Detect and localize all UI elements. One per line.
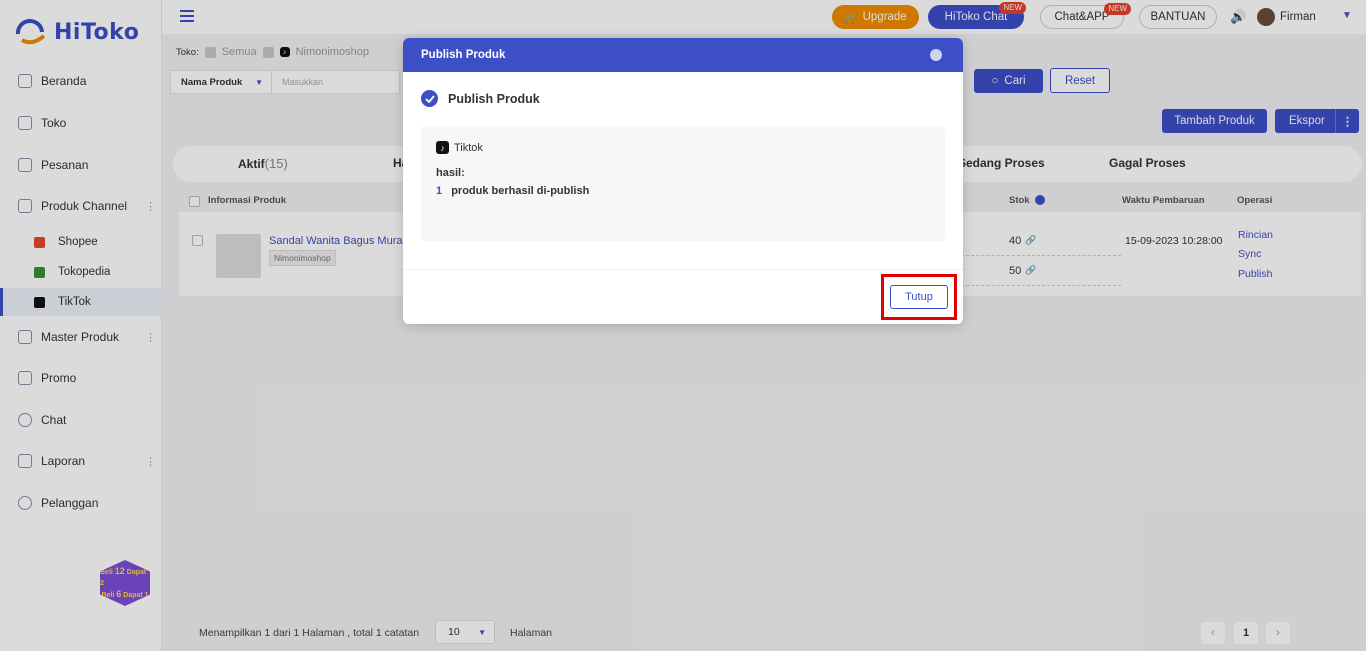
modal-header: Publish Produk (403, 38, 963, 72)
result-text: produk berhasil di-publish (451, 185, 590, 197)
hasil-label: hasil: (436, 167, 465, 179)
close-icon[interactable] (930, 49, 942, 61)
platform-row: ♪ Tiktok (436, 141, 483, 154)
modal-title: Publish Produk (421, 90, 540, 107)
tiktok-icon: ♪ (436, 141, 449, 154)
modal-footer (403, 269, 963, 324)
check-icon (421, 90, 438, 107)
publish-modal: Publish Produk Publish Produk ♪ Tiktok h… (403, 38, 963, 324)
result-box: ♪ Tiktok hasil: 1 produk berhasil di-pub… (421, 126, 945, 241)
result-line: 1 produk berhasil di-publish (436, 185, 589, 197)
highlight-box (881, 274, 957, 320)
modal-header-title: Publish Produk (421, 49, 506, 61)
result-count: 1 (436, 185, 443, 197)
